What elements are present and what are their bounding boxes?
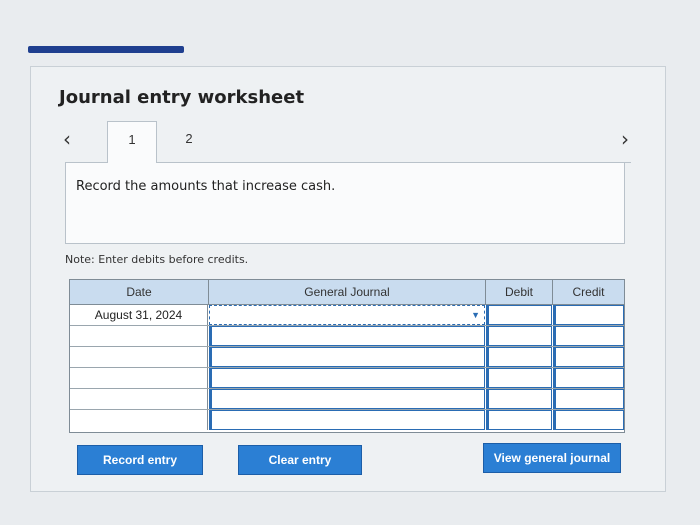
page-title: Journal entry worksheet (59, 87, 305, 108)
next-arrow-icon[interactable]: › (621, 127, 629, 151)
clear-entry-button[interactable]: Clear entry (238, 445, 362, 475)
account-select[interactable]: ▼ (209, 305, 485, 325)
worksheet-panel: Journal entry worksheet ‹ › 1 2 Record t… (30, 66, 666, 492)
account-select[interactable] (209, 410, 485, 430)
table-row: August 31, 2024 ▼ (70, 305, 624, 326)
date-cell (70, 410, 208, 430)
account-select[interactable] (209, 389, 485, 409)
debit-input[interactable] (486, 410, 552, 430)
date-cell (70, 368, 208, 388)
record-entry-button[interactable]: Record entry (77, 445, 203, 475)
dropdown-arrow-icon[interactable]: ▼ (471, 310, 480, 320)
date-cell (70, 389, 208, 409)
header-date: Date (70, 280, 209, 304)
credit-input[interactable] (553, 326, 624, 346)
tab-2[interactable]: 2 (165, 121, 213, 163)
account-select[interactable] (209, 368, 485, 388)
view-general-journal-button[interactable]: View general journal (483, 443, 621, 473)
journal-header: Date General Journal Debit Credit (70, 280, 624, 305)
prev-arrow-icon[interactable]: ‹ (63, 127, 71, 151)
debit-input[interactable] (486, 305, 552, 325)
instruction-text: Record the amounts that increase cash. (76, 179, 336, 194)
header-credit: Credit (572, 285, 605, 299)
credit-input[interactable] (553, 410, 624, 430)
progress-bar (28, 46, 184, 53)
credit-input[interactable] (553, 368, 624, 388)
table-row (70, 326, 624, 347)
journal-table: Date General Journal Debit Credit August… (69, 279, 625, 433)
header-debit: Debit (486, 280, 553, 304)
credit-input[interactable] (553, 347, 624, 367)
debit-input[interactable] (486, 389, 552, 409)
account-select[interactable] (209, 347, 485, 367)
credit-input[interactable] (553, 389, 624, 409)
date-cell (70, 326, 208, 346)
table-row (70, 410, 624, 430)
debit-input[interactable] (486, 368, 552, 388)
account-select[interactable] (209, 326, 485, 346)
header-general-journal: General Journal (209, 280, 486, 304)
credit-input[interactable] (553, 305, 624, 325)
date-cell (70, 347, 208, 367)
table-row (70, 389, 624, 410)
debit-input[interactable] (486, 326, 552, 346)
note-text: Note: Enter debits before credits. (65, 253, 249, 266)
instruction-box: Record the amounts that increase cash. (65, 163, 625, 244)
table-row (70, 347, 624, 368)
tab-1[interactable]: 1 (107, 121, 157, 164)
debit-input[interactable] (486, 347, 552, 367)
date-cell: August 31, 2024 (70, 305, 208, 325)
table-row (70, 368, 624, 389)
